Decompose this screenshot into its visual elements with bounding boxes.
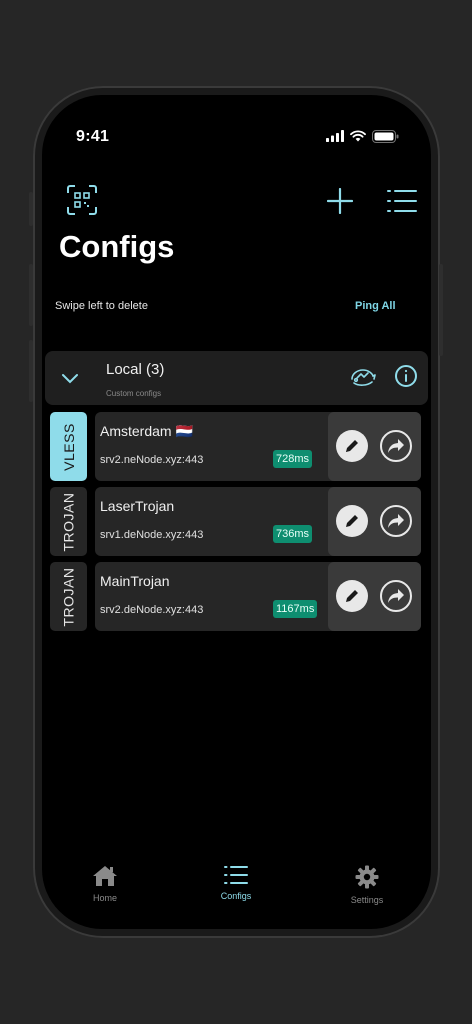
speed-icon bbox=[351, 369, 376, 386]
share-icon bbox=[388, 589, 404, 603]
group-header[interactable]: Local (3) Custom configs bbox=[45, 351, 428, 405]
group-subtitle: Custom configs bbox=[106, 389, 162, 398]
edit-button[interactable] bbox=[336, 580, 368, 612]
qr-code-icon bbox=[67, 185, 97, 215]
mute-switch bbox=[29, 192, 33, 226]
protocol-tag: TROJAN bbox=[50, 487, 87, 556]
protocol-label: TROJAN bbox=[60, 567, 77, 626]
config-card[interactable]: LaserTrojan srv1.deNode.xyz:443 736ms bbox=[95, 487, 421, 556]
status-icons bbox=[326, 128, 399, 144]
volume-up-button bbox=[29, 264, 33, 326]
list-icon bbox=[387, 190, 417, 212]
config-card[interactable]: Amsterdam 🇳🇱 srv2.neNode.xyz:443 728ms bbox=[95, 412, 421, 481]
config-row[interactable]: VLESS Amsterdam 🇳🇱 srv2.neNode.xyz:443 7… bbox=[50, 412, 421, 481]
list-icon bbox=[224, 866, 248, 884]
group-info-button[interactable] bbox=[394, 364, 418, 393]
share-button[interactable] bbox=[380, 430, 412, 462]
config-actions bbox=[328, 412, 421, 481]
signal-icon bbox=[326, 130, 344, 142]
pencil-icon bbox=[346, 515, 358, 527]
share-icon bbox=[388, 514, 404, 528]
protocol-label: VLESS bbox=[60, 422, 77, 471]
group-toggle[interactable] bbox=[61, 371, 79, 389]
ping-badge: 1167ms bbox=[273, 600, 318, 618]
config-host: srv1.deNode.xyz:443 bbox=[100, 529, 204, 541]
config-actions bbox=[328, 487, 421, 556]
list-view-button[interactable] bbox=[387, 189, 417, 218]
pencil-icon bbox=[346, 440, 358, 452]
edit-button[interactable] bbox=[336, 430, 368, 462]
config-host: srv2.neNode.xyz:443 bbox=[100, 454, 204, 466]
tab-home-label: Home bbox=[92, 893, 117, 903]
volume-down-button bbox=[29, 340, 33, 402]
add-config-button[interactable] bbox=[326, 187, 354, 219]
edit-button[interactable] bbox=[336, 505, 368, 537]
config-name: Amsterdam 🇳🇱 bbox=[100, 423, 193, 439]
share-button[interactable] bbox=[380, 580, 412, 612]
config-row[interactable]: TROJAN MainTrojan srv2.deNode.xyz:443 11… bbox=[50, 562, 421, 631]
group-speed-test-button[interactable] bbox=[350, 366, 376, 393]
ping-all-button[interactable]: Ping All bbox=[355, 300, 396, 312]
chevron-down-icon bbox=[62, 374, 78, 384]
ping-badge: 736ms bbox=[273, 525, 313, 543]
swipe-hint: Swipe left to delete bbox=[55, 300, 148, 312]
page-title: Configs bbox=[59, 229, 175, 264]
tab-settings[interactable]: Settings bbox=[332, 865, 402, 905]
config-name: MainTrojan bbox=[100, 573, 170, 589]
status-time: 9:41 bbox=[76, 128, 110, 145]
plus-icon bbox=[326, 187, 354, 215]
gear-icon bbox=[355, 865, 379, 889]
config-card[interactable]: MainTrojan srv2.deNode.xyz:443 1167ms bbox=[95, 562, 421, 631]
share-icon bbox=[388, 439, 404, 453]
protocol-tag: TROJAN bbox=[50, 562, 87, 631]
battery-icon bbox=[372, 129, 399, 143]
tab-configs-label: Configs bbox=[220, 891, 252, 901]
protocol-label: TROJAN bbox=[60, 492, 77, 551]
power-button bbox=[439, 264, 443, 356]
home-icon bbox=[93, 866, 117, 886]
share-button[interactable] bbox=[380, 505, 412, 537]
group-title: Local (3) bbox=[106, 361, 165, 378]
tab-home[interactable]: Home bbox=[70, 865, 140, 903]
pencil-icon bbox=[346, 590, 358, 602]
config-host: srv2.deNode.xyz:443 bbox=[100, 604, 204, 616]
info-icon bbox=[395, 365, 417, 387]
qr-scan-button[interactable] bbox=[67, 185, 97, 220]
ping-badge: 728ms bbox=[273, 450, 313, 468]
config-name: LaserTrojan bbox=[100, 498, 175, 514]
tab-configs[interactable]: Configs bbox=[201, 865, 271, 901]
wifi-icon bbox=[350, 130, 366, 142]
app-screen: 9:41 Configs Swipe left to delete Ping A… bbox=[42, 95, 431, 929]
tab-settings-label: Settings bbox=[350, 895, 384, 905]
config-row[interactable]: TROJAN LaserTrojan srv1.deNode.xyz:443 7… bbox=[50, 487, 421, 556]
config-actions bbox=[328, 562, 421, 631]
protocol-tag: VLESS bbox=[50, 412, 87, 481]
